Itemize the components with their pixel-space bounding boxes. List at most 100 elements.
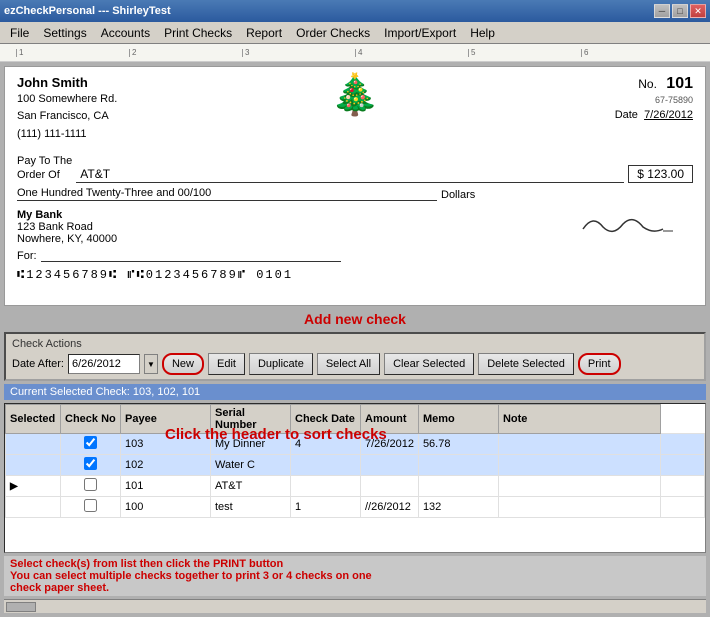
print-instruction-1: Select check(s) from list then click the…: [10, 558, 700, 570]
check-address-2: San Francisco, CA: [17, 109, 117, 124]
written-amount: One Hundred Twenty-Three and 00/100: [17, 187, 437, 201]
bank-name: My Bank: [17, 209, 117, 221]
current-selected-bar: Current Selected Check: 103, 102, 101: [4, 384, 706, 400]
maximize-button[interactable]: □: [672, 4, 688, 18]
title-controls: ─ □ ✕: [654, 4, 706, 18]
table-cell-amount: [418, 455, 498, 476]
col-selected[interactable]: Selected: [6, 405, 61, 434]
table-cell-checkNo: 100: [121, 497, 211, 518]
table-cell-date: //26/2012: [361, 497, 419, 518]
check-number: 101: [666, 75, 693, 92]
menu-order-checks[interactable]: Order Checks: [290, 23, 376, 43]
row-checkbox[interactable]: [84, 499, 97, 512]
date-after-label: Date After:: [12, 358, 64, 370]
check-phone: (111) 111-1111: [17, 127, 117, 142]
menu-report[interactable]: Report: [240, 23, 288, 43]
edit-button[interactable]: Edit: [208, 353, 245, 375]
table-cell-date: [361, 476, 419, 497]
signature-area: [573, 209, 673, 245]
minimize-button[interactable]: ─: [654, 4, 670, 18]
add-new-check-annotation: Add new check: [4, 311, 706, 327]
menu-file[interactable]: File: [4, 23, 35, 43]
ruler-mark-1: 1: [16, 49, 129, 57]
check-routing: 67-75890: [615, 95, 693, 105]
date-dropdown-arrow[interactable]: ▼: [144, 354, 158, 374]
table-cell-payee: Water C: [211, 455, 291, 476]
ruler-mark-5: 5: [468, 49, 581, 57]
select-all-button[interactable]: Select All: [317, 353, 380, 375]
row-checkbox[interactable]: [84, 436, 97, 449]
ruler-mark-6: 6: [581, 49, 694, 57]
ruler: 1 2 3 4 5 6: [0, 44, 710, 62]
ruler-mark-4: 4: [355, 49, 468, 57]
check-address-1: 100 Somewhere Rd.: [17, 92, 117, 107]
add-new-check-text: Add new check: [304, 311, 406, 327]
no-label: No.: [638, 77, 657, 91]
table-cell-serial: 1: [291, 497, 361, 518]
check-actions-panel: Check Actions Date After: ▼ New Edit Dup…: [4, 332, 706, 381]
menu-bar: File Settings Accounts Print Checks Repo…: [0, 22, 710, 44]
table-row: 102Water C: [6, 455, 705, 476]
table-cell-memo: [498, 455, 660, 476]
duplicate-button[interactable]: Duplicate: [249, 353, 313, 375]
print-button[interactable]: Print: [578, 353, 621, 375]
table-row: ▶101AT&T: [6, 476, 705, 497]
col-note[interactable]: Note: [498, 405, 660, 434]
table-cell-payee: AT&T: [211, 476, 291, 497]
close-button[interactable]: ✕: [690, 4, 706, 18]
ruler-mark-3: 3: [242, 49, 355, 57]
table-cell-memo: [498, 497, 660, 518]
print-instruction-3: check paper sheet.: [10, 582, 700, 594]
table-cell-serial: [291, 455, 361, 476]
row-checkbox[interactable]: [84, 478, 97, 491]
menu-print-checks[interactable]: Print Checks: [158, 23, 238, 43]
payee-line: AT&T: [76, 167, 624, 183]
check-payer-name: John Smith: [17, 75, 117, 90]
bank-address-1: 123 Bank Road: [17, 221, 117, 233]
current-selected-text: Current Selected Check: 103, 102, 101: [10, 386, 200, 398]
horizontal-scrollbar[interactable]: [4, 599, 706, 613]
menu-settings[interactable]: Settings: [37, 23, 92, 43]
menu-import-export[interactable]: Import/Export: [378, 23, 462, 43]
bottom-annotation: Select check(s) from list then click the…: [4, 556, 706, 596]
bank-address-2: Nowhere, KY, 40000: [17, 233, 117, 245]
clear-selected-button[interactable]: Clear Selected: [384, 353, 474, 375]
col-memo[interactable]: Memo: [418, 405, 498, 434]
table-cell-note: [661, 455, 705, 476]
new-button[interactable]: New: [162, 353, 204, 375]
table-cell-note: [661, 434, 705, 455]
date-after-input[interactable]: [68, 354, 140, 374]
table-cell-checkNo: 101: [121, 476, 211, 497]
print-instruction-2: You can select multiple checks together …: [10, 570, 700, 582]
sort-annotation: Click the header to sort checks: [165, 426, 387, 443]
christmas-tree-icon: 🎄: [330, 75, 380, 115]
delete-selected-button[interactable]: Delete Selected: [478, 353, 574, 375]
for-label: For:: [17, 250, 37, 262]
table-row: 100test1//26/2012132: [6, 497, 705, 518]
check-actions-title: Check Actions: [12, 338, 698, 350]
title-bar: ezCheckPersonal --- ShirleyTest ─ □ ✕: [0, 0, 710, 22]
table-cell-memo: [498, 476, 660, 497]
check-date-row: Date 7/26/2012: [615, 109, 693, 121]
table-cell-memo: [498, 434, 660, 455]
table-cell-payee: test: [211, 497, 291, 518]
scroll-thumb[interactable]: [6, 602, 36, 612]
check-number-row: No. 101: [615, 75, 693, 93]
menu-accounts[interactable]: Accounts: [95, 23, 156, 43]
check-display: 🎄 John Smith 100 Somewhere Rd. San Franc…: [4, 66, 706, 306]
table-cell-note: [661, 497, 705, 518]
menu-help[interactable]: Help: [464, 23, 501, 43]
table-cell-serial: [291, 476, 361, 497]
col-checkno[interactable]: Check No: [61, 405, 121, 434]
ruler-mark-2: 2: [129, 49, 242, 57]
dollars-label: Dollars: [441, 189, 475, 201]
table-cell-amount: [418, 476, 498, 497]
table-cell-date: [361, 455, 419, 476]
title-text: ezCheckPersonal --- ShirleyTest: [4, 5, 171, 17]
table-cell-amount: 132: [418, 497, 498, 518]
row-checkbox[interactable]: [84, 457, 97, 470]
micr-line: ⑆123456789⑆ ⑈⑆0123456789⑈ 0101: [17, 268, 693, 282]
table-cell-amount: 56.78: [418, 434, 498, 455]
pay-to-label: Pay To The Order Of: [17, 154, 72, 183]
check-table-container: Selected Check No Payee Serial Number Ch…: [4, 403, 706, 553]
